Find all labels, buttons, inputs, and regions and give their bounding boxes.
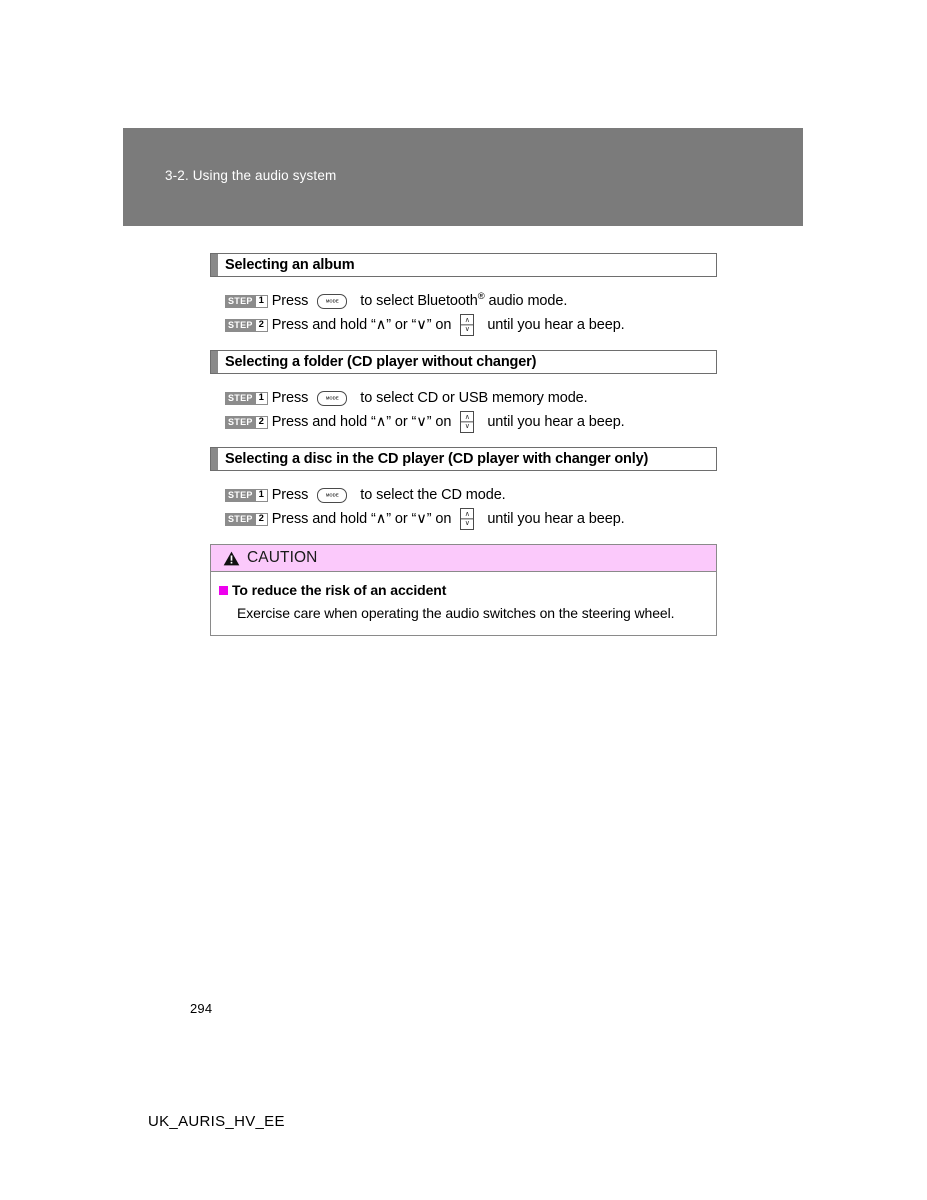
step-row: STEP 2 Press and hold “∧” or “∨” on ∧ ∨ … — [225, 410, 717, 434]
up-down-rocker-switch-icon: ∧ ∨ — [460, 314, 475, 336]
step-badge-number: 1 — [255, 294, 268, 308]
mode-button-icon: MODE — [317, 390, 348, 406]
step-text-before: Press and hold “∧” or “∨” on — [271, 317, 452, 333]
section-tab-marker — [211, 254, 218, 276]
mode-button-label: MODE — [325, 492, 339, 498]
document-code: UK_AURIS_HV_EE — [148, 1113, 285, 1130]
caution-body: To reduce the risk of an accident Exerci… — [211, 572, 716, 635]
up-down-rocker-switch-icon: ∧ ∨ — [460, 508, 475, 530]
rocker-down-arrow: ∨ — [464, 326, 470, 333]
step-text-after-part2: audio mode. — [484, 293, 568, 309]
warning-triangle-icon — [223, 551, 240, 565]
step-row: STEP 1 Press MODE to select CD or USB me… — [225, 386, 717, 410]
mode-button-label: MODE — [325, 298, 339, 304]
step-text-before: Press and hold “∧” or “∨” on — [271, 511, 452, 527]
step-list-selecting-a-disc: STEP 1 Press MODE to select the CD mode.… — [210, 483, 717, 531]
chapter-title: 3-2. Using the audio system — [165, 168, 337, 183]
step-badge: STEP 1 — [225, 294, 268, 308]
mode-button-icon: MODE — [317, 487, 348, 503]
step-badge-word: STEP — [225, 294, 256, 308]
mode-button-icon: MODE — [317, 293, 348, 309]
rocker-down-arrow: ∨ — [464, 423, 470, 430]
mode-button-label: MODE — [325, 395, 339, 401]
step-badge-word: STEP — [225, 318, 256, 332]
magenta-square-bullet-icon — [219, 586, 228, 595]
step-row: STEP 2 Press and hold “∧” or “∨” on ∧ ∨ … — [225, 313, 717, 337]
step-text-after: until you hear a beep. — [487, 511, 625, 527]
step-text-after-part1: to select Bluetooth — [360, 293, 478, 309]
section-title: Selecting an album — [225, 257, 355, 273]
step-text-after: until you hear a beep. — [487, 414, 625, 430]
caution-label: CAUTION — [247, 549, 318, 566]
step-list-selecting-an-album: STEP 1 Press MODE to select Bluetooth® a… — [210, 289, 717, 337]
rocker-down-arrow: ∨ — [464, 520, 470, 527]
step-badge: STEP 2 — [225, 512, 268, 526]
caution-subtitle: To reduce the risk of an accident — [232, 582, 447, 598]
step-list-selecting-a-folder: STEP 1 Press MODE to select CD or USB me… — [210, 386, 717, 434]
step-text-after: to select CD or USB memory mode. — [360, 390, 588, 406]
step-badge-number: 2 — [255, 318, 268, 332]
registered-trademark-symbol: ® — [477, 291, 485, 303]
step-text-before: Press — [271, 487, 309, 503]
section-title: Selecting a folder (CD player without ch… — [225, 354, 537, 370]
step-badge-word: STEP — [225, 488, 256, 502]
step-text-before: Press and hold “∧” or “∨” on — [271, 414, 452, 430]
caution-paragraph: Exercise care when operating the audio s… — [237, 605, 675, 621]
up-down-rocker-switch-icon: ∧ ∨ — [460, 411, 475, 433]
step-row: STEP 2 Press and hold “∧” or “∨” on ∧ ∨ … — [225, 507, 717, 531]
step-badge-number: 2 — [255, 415, 268, 429]
step-row: STEP 1 Press MODE to select the CD mode. — [225, 483, 717, 507]
step-badge-word: STEP — [225, 391, 256, 405]
page-number: 294 — [190, 1001, 213, 1016]
chapter-header-band: 3-2. Using the audio system — [123, 128, 803, 226]
caution-header: CAUTION — [211, 545, 716, 572]
step-badge-word: STEP — [225, 512, 256, 526]
step-badge: STEP 1 — [225, 488, 268, 502]
section-tab-marker — [211, 351, 218, 373]
step-text-before: Press — [271, 293, 309, 309]
step-badge: STEP 1 — [225, 391, 268, 405]
step-badge-number: 1 — [255, 488, 268, 502]
step-badge: STEP 2 — [225, 415, 268, 429]
step-text-after: to select the CD mode. — [360, 487, 506, 503]
section-title: Selecting a disc in the CD player (CD pl… — [225, 451, 649, 467]
step-text-after: to select Bluetooth® audio mode. — [360, 291, 568, 309]
page-content: Selecting an album STEP 1 Press MODE to … — [210, 253, 717, 636]
caution-box: CAUTION To reduce the risk of an acciden… — [210, 544, 717, 636]
step-text-after: until you hear a beep. — [487, 317, 625, 333]
step-text-before: Press — [271, 390, 309, 406]
section-header-selecting-a-disc: Selecting a disc in the CD player (CD pl… — [210, 447, 717, 471]
step-badge-number: 1 — [255, 391, 268, 405]
step-badge: STEP 2 — [225, 318, 268, 332]
caution-bullet-row: To reduce the risk of an accident — [219, 582, 704, 598]
section-header-selecting-a-folder: Selecting a folder (CD player without ch… — [210, 350, 717, 374]
step-badge-word: STEP — [225, 415, 256, 429]
section-header-selecting-an-album: Selecting an album — [210, 253, 717, 277]
section-tab-marker — [211, 448, 218, 470]
step-row: STEP 1 Press MODE to select Bluetooth® a… — [225, 289, 717, 313]
step-badge-number: 2 — [255, 512, 268, 526]
